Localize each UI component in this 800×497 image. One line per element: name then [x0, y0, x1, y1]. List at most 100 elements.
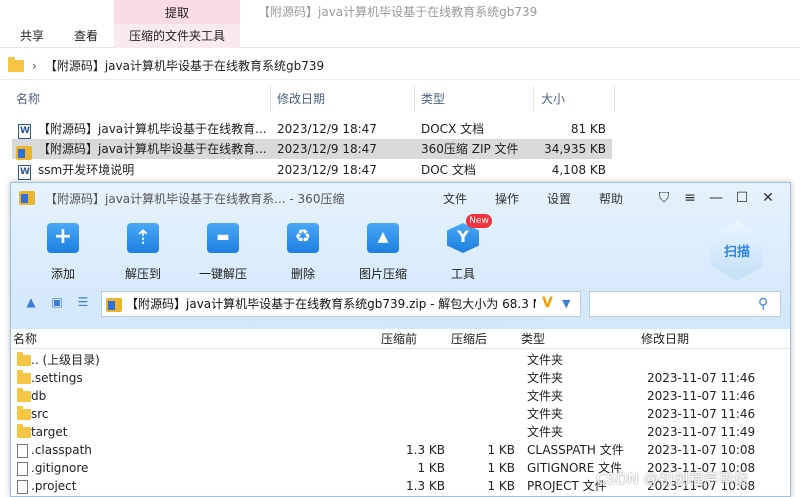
- menu-operate[interactable]: 操作: [495, 189, 519, 209]
- one-click-extract-button[interactable]: 一键解压: [187, 223, 259, 281]
- column-divider[interactable]: [533, 86, 534, 112]
- shirt-skin-icon[interactable]: ⛉: [653, 187, 675, 209]
- up-arrow-icon[interactable]: ▲: [23, 295, 39, 309]
- checkmark-icon[interactable]: V: [542, 296, 556, 310]
- menu-file[interactable]: 文件: [443, 189, 467, 209]
- folder-icon: [17, 370, 31, 384]
- image-compress-icon: [367, 223, 399, 253]
- item-type: 文件夹: [527, 407, 564, 421]
- list-item[interactable]: target 文件夹 2023-11-07 11:49: [11, 423, 790, 441]
- list-item[interactable]: .. (上级目录) 文件夹: [11, 351, 790, 369]
- file-date: 2023/12/9 18:47: [277, 122, 377, 136]
- close-icon[interactable]: ✕: [757, 187, 779, 209]
- file-row[interactable]: 【附源码】java计算机毕设基于在线教育... 2023/12/9 18:47 …: [12, 119, 612, 139]
- column-divider[interactable]: [414, 86, 415, 112]
- file-name: ssm开发环境说明: [38, 163, 135, 177]
- zip-column-headers: 名称 压缩前 压缩后 类型 修改日期: [11, 329, 790, 349]
- item-name: target: [31, 425, 68, 439]
- address-bar[interactable]: › 【附源码】java计算机毕设基于在线教育系统gb739: [0, 52, 800, 80]
- add-button[interactable]: 添加: [27, 223, 99, 281]
- column-header-type[interactable]: 类型: [521, 329, 545, 349]
- watermark: CSDN @初创程序毕设: [596, 470, 749, 488]
- file-row[interactable]: ssm开发环境说明 2023/12/9 18:47 DOC 文档 4,108 K…: [12, 160, 612, 180]
- delete-label: 删除: [290, 267, 315, 281]
- add-icon: [47, 223, 79, 253]
- tools-button[interactable]: 工具: [427, 223, 499, 281]
- file-date: 2023/12/9 18:47: [277, 163, 377, 177]
- file-icon: [17, 479, 28, 494]
- column-divider[interactable]: [270, 86, 271, 112]
- menu-settings[interactable]: 设置: [547, 189, 571, 209]
- file-size: 34,935 KB: [544, 142, 606, 156]
- maximize-icon[interactable]: ☐: [731, 187, 753, 209]
- chevron-right-icon[interactable]: ›: [32, 59, 37, 73]
- list-item[interactable]: .classpath 1.3 KB 1 KB CLASSPATH 文件 2023…: [11, 441, 790, 459]
- file-type: DOC 文档: [421, 163, 476, 177]
- item-type: CLASSPATH 文件: [527, 443, 624, 457]
- archive-path-field[interactable]: 【附源码】java计算机毕设基于在线教育系统gb739.zip - 解包大小为 …: [101, 291, 581, 317]
- column-header-name[interactable]: 名称: [13, 329, 37, 349]
- file-date: 2023/12/9 18:47: [277, 142, 377, 156]
- file-type: DOCX 文档: [421, 122, 485, 136]
- item-name: src: [31, 407, 49, 421]
- item-name: .project: [31, 479, 77, 493]
- folder-icon: [17, 424, 31, 438]
- tab-extract[interactable]: 提取: [114, 0, 240, 24]
- file-name: 【附源码】java计算机毕设基于在线教育...: [38, 122, 267, 136]
- list-item[interactable]: src 文件夹 2023-11-07 11:46: [11, 405, 790, 423]
- column-header-name[interactable]: 名称: [16, 88, 40, 110]
- folder-icon: [17, 352, 31, 366]
- folder-icon: [8, 56, 24, 72]
- file-type: 360压缩 ZIP 文件: [421, 142, 519, 156]
- zip-archive-icon: [16, 145, 32, 160]
- file-size: 4,108 KB: [551, 163, 606, 177]
- list-item[interactable]: db 文件夹 2023-11-07 11:46: [11, 387, 790, 405]
- column-header-size[interactable]: 大小: [541, 88, 565, 110]
- item-size-after: 1 KB: [487, 479, 515, 493]
- zip-app-icon: [19, 191, 35, 205]
- tab-compressed-folder-tools[interactable]: 压缩的文件夹工具: [114, 24, 240, 48]
- address-path[interactable]: 【附源码】java计算机毕设基于在线教育系统gb739: [45, 57, 324, 74]
- item-date: 2023-11-07 11:49: [647, 425, 756, 439]
- extract-to-label: 解压到: [124, 267, 161, 281]
- delete-icon: [287, 223, 319, 253]
- menu-icon[interactable]: ≡: [679, 187, 701, 209]
- zip-window-title: 【附源码】java计算机毕设基于在线教育系... - 360压缩: [45, 192, 345, 206]
- column-header-type[interactable]: 类型: [421, 88, 445, 110]
- search-icon[interactable]: ⚲: [758, 295, 776, 313]
- tab-view[interactable]: 查看: [74, 24, 98, 48]
- file-size: 81 KB: [570, 122, 606, 136]
- new-badge: New: [466, 214, 492, 228]
- archive-path-text: 【附源码】java计算机毕设基于在线教育系统gb739.zip - 解包大小为 …: [126, 297, 536, 311]
- image-compress-label: 图片压缩: [358, 267, 407, 281]
- file-row-selected[interactable]: 【附源码】java计算机毕设基于在线教育... 2023/12/9 18:47 …: [12, 139, 612, 160]
- item-date: 2023-11-07 11:46: [647, 389, 756, 403]
- zip-archive-icon: [106, 297, 122, 312]
- item-size-after: 1 KB: [487, 461, 515, 475]
- thumbnail-view-icon[interactable]: ▣: [49, 295, 65, 309]
- list-item[interactable]: .settings 文件夹 2023-11-07 11:46: [11, 369, 790, 387]
- column-header-before[interactable]: 压缩前: [381, 329, 417, 349]
- file-icon: [17, 443, 28, 458]
- item-type: 文件夹: [527, 371, 564, 385]
- delete-button[interactable]: 删除: [267, 223, 339, 281]
- minimize-icon[interactable]: —: [705, 187, 727, 209]
- column-header-after[interactable]: 压缩后: [451, 329, 487, 349]
- list-view-icon[interactable]: ☰: [75, 295, 91, 309]
- tools-label: 工具: [450, 267, 475, 281]
- column-header-date[interactable]: 修改日期: [277, 88, 325, 110]
- add-label: 添加: [50, 267, 75, 281]
- chevron-down-icon[interactable]: ▼: [562, 296, 570, 312]
- folder-icon: [17, 406, 31, 420]
- item-type: 文件夹: [527, 425, 564, 439]
- search-input[interactable]: ⚲: [589, 291, 781, 317]
- column-divider[interactable]: [614, 86, 615, 112]
- scan-button[interactable]: 扫描: [711, 241, 763, 260]
- extract-to-icon: [127, 223, 159, 253]
- column-header-date[interactable]: 修改日期: [641, 329, 689, 349]
- extract-to-button[interactable]: 解压到: [107, 223, 179, 281]
- menu-help[interactable]: 帮助: [599, 189, 623, 209]
- image-compress-button[interactable]: 图片压缩: [347, 223, 419, 281]
- tab-share[interactable]: 共享: [20, 24, 44, 48]
- word-doc-icon: [18, 124, 31, 139]
